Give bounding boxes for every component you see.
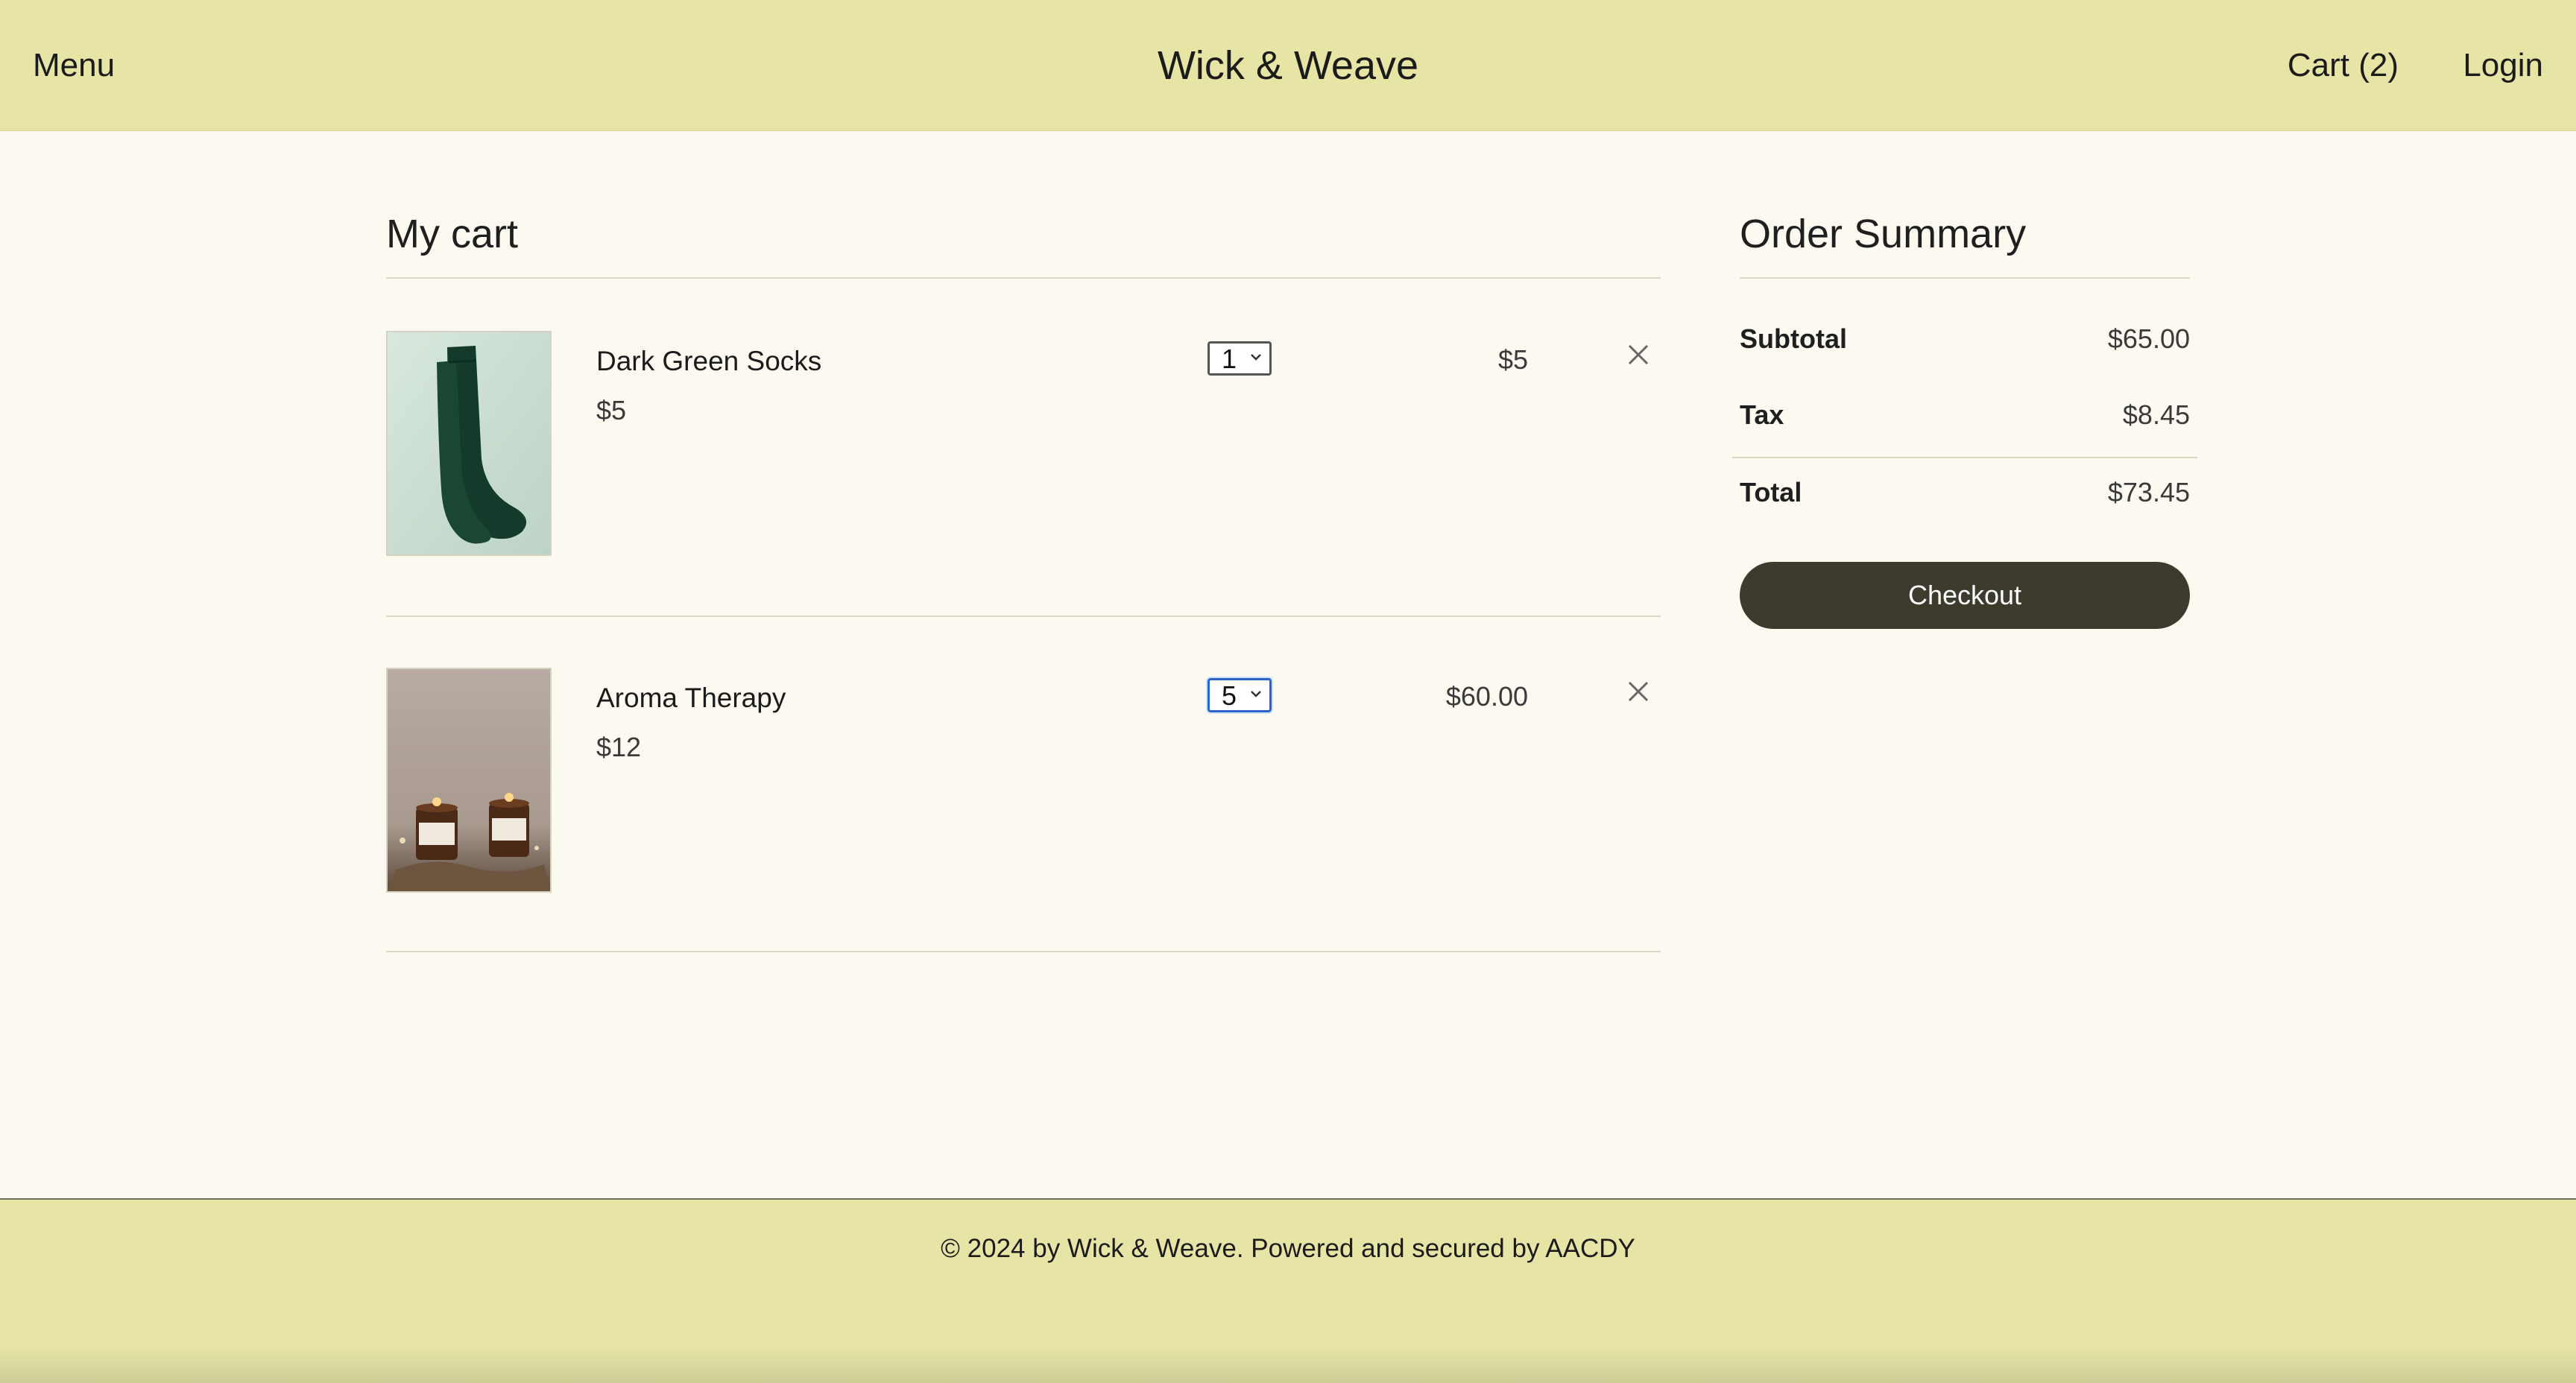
candles-photo[interactable] [386,668,552,893]
cart-item-dark-green-socks: Dark Green Socks $5 1 $5 [386,331,1661,556]
login-link[interactable]: Login [2463,42,2543,89]
remove-item-icon[interactable] [1622,338,1655,371]
item-unit-price: $5 [596,395,627,425]
quantity-select[interactable]: 1 [1208,341,1272,376]
cart-link[interactable]: Cart (2) [2288,42,2399,89]
item-divider [386,951,1661,952]
item-divider [386,615,1661,617]
item-line-total: $60.00 [1445,681,1528,712]
cart-item-aroma-therapy: Aroma Therapy $12 5 $60.00 [386,668,1661,893]
quantity-select[interactable]: 5 [1206,677,1273,714]
cart-divider [386,277,1661,279]
tax-row: Tax $8.45 [1740,396,2190,434]
total-row: Total $73.45 [1740,474,2190,511]
cart-title: My cart [386,212,519,256]
item-name[interactable]: Dark Green Socks [596,343,821,380]
total-divider [1732,457,2197,458]
subtotal-value: $65.00 [2107,323,2190,354]
quantity-value: 5 [1222,680,1237,711]
total-value: $73.45 [2107,477,2190,507]
brand-title[interactable]: Wick & Weave [0,40,2576,91]
site-footer: © 2024 by Wick & Weave. Powered and secu… [0,1198,2576,1383]
order-summary-title: Order Summary [1740,212,2027,256]
subtotal-row: Subtotal $65.00 [1740,320,2190,358]
remove-item-icon[interactable] [1622,675,1655,708]
item-unit-price: $12 [596,732,642,762]
summary-divider [1740,277,2190,279]
chevron-down-icon [1248,686,1263,705]
item-name[interactable]: Aroma Therapy [596,680,786,717]
quantity-value: 1 [1222,344,1237,374]
checkout-button[interactable]: Checkout [1740,562,2190,629]
dark-green-socks-photo[interactable] [386,331,552,556]
cart-page: Menu Wick & Weave Cart (2) Login My cart [0,0,2576,1383]
tax-value: $8.45 [2122,399,2190,430]
footer-copyright: © 2024 by Wick & Weave. Powered and secu… [941,1234,1635,1263]
subtotal-label: Subtotal [1740,323,1847,354]
tax-label: Tax [1740,399,1784,430]
total-label: Total [1740,477,1802,507]
item-line-total: $5 [1497,344,1528,375]
chevron-down-icon [1248,349,1263,368]
site-header: Menu Wick & Weave Cart (2) Login [0,0,2576,131]
